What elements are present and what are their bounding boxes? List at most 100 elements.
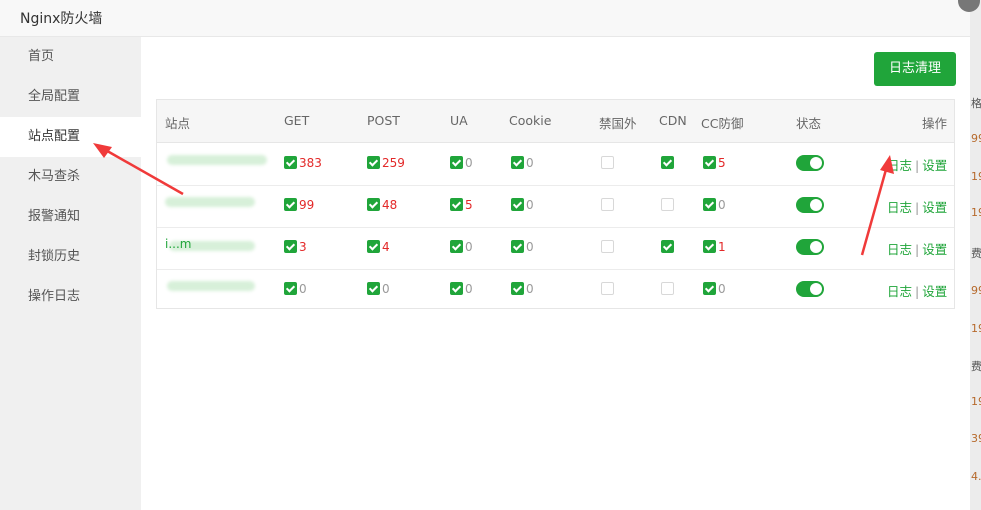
get-checkbox[interactable] [284,240,297,253]
ua-checkbox[interactable] [450,156,463,169]
ban-foreign-checkbox[interactable] [601,282,614,295]
cdn-cell [661,156,674,171]
clear-log-button[interactable]: 日志清理 [874,52,956,86]
column-header-cookie: Cookie [509,113,552,128]
log-link[interactable]: 日志 [887,200,912,215]
sidebar-item-operation-log[interactable]: 操作日志 [0,277,141,317]
background-text: 19 [971,170,981,183]
sidebar-item-home[interactable]: 首页 [0,37,141,77]
cookie-checkbox[interactable] [511,282,524,295]
site-name[interactable]: i...m [165,237,191,251]
table-header: 站点 GET POST UA Cookie 禁国外 CDN CC防御 状态 操作 [157,100,954,143]
ua-checkbox[interactable] [450,198,463,211]
site-name-redacted [165,197,255,207]
cc-checkbox[interactable] [703,282,716,295]
cc-checkbox[interactable] [703,240,716,253]
post-cell: 48 [367,198,397,213]
get-checkbox[interactable] [284,198,297,211]
ban-foreign-cell [601,282,614,297]
ua-cell: 5 [450,198,473,213]
sidebar-item-global-config[interactable]: 全局配置 [0,77,141,117]
ua-count: 0 [465,156,473,170]
site-name-redacted [167,281,255,291]
post-checkbox[interactable] [367,240,380,253]
background-text: 99 [971,132,981,145]
settings-link[interactable]: 设置 [922,242,947,257]
cdn-checkbox[interactable] [661,156,674,169]
status-toggle[interactable] [796,239,824,255]
cookie-checkbox[interactable] [511,198,524,211]
log-link[interactable]: 日志 [887,284,912,299]
cookie-count: 0 [526,198,534,212]
settings-link[interactable]: 设置 [922,200,947,215]
cookie-checkbox[interactable] [511,240,524,253]
background-text: 19 [971,395,981,408]
ua-checkbox[interactable] [450,240,463,253]
ban-foreign-checkbox[interactable] [601,198,614,211]
settings-link[interactable]: 设置 [922,284,947,299]
post-count: 4 [382,240,390,254]
dialog-titlebar: Nginx防火墙 [0,0,970,37]
sidebar-item-block-history[interactable]: 封锁历史 [0,237,141,277]
column-header-cc: CC防御 [701,116,744,131]
cookie-cell: 0 [511,282,534,297]
ua-cell: 0 [450,156,473,171]
status-toggle[interactable] [796,281,824,297]
cc-cell: 1 [703,240,726,255]
post-cell: 4 [367,240,390,255]
column-header-ban-foreign: 禁国外 [599,116,637,131]
get-count: 383 [299,156,322,170]
settings-link[interactable]: 设置 [922,158,947,173]
ban-foreign-cell [601,198,614,213]
post-checkbox[interactable] [367,156,380,169]
cdn-checkbox[interactable] [661,282,674,295]
ban-foreign-checkbox[interactable] [601,240,614,253]
ua-checkbox[interactable] [450,282,463,295]
column-header-post: POST [367,113,400,128]
background-text: 4. [971,470,981,483]
main-content: 日志清理 站点 GET POST UA Cookie 禁国外 CDN CC防御 … [141,37,970,510]
background-text: 39 [971,432,981,445]
background-page-peek: 格 99 19 19 费 99 19 费 19 39 4. [970,0,981,510]
cookie-cell: 0 [511,156,534,171]
ban-foreign-checkbox[interactable] [601,156,614,169]
get-cell: 3 [284,240,307,255]
cc-count: 0 [718,282,726,296]
cdn-checkbox[interactable] [661,198,674,211]
cdn-checkbox[interactable] [661,240,674,253]
site-name-redacted [167,155,267,165]
get-cell: 383 [284,156,322,171]
get-checkbox[interactable] [284,282,297,295]
cookie-cell: 0 [511,240,534,255]
background-text: 费 [971,247,981,260]
post-checkbox[interactable] [367,198,380,211]
ua-count: 0 [465,240,473,254]
get-count: 0 [299,282,307,296]
row-actions: 日志 | 设置 [887,155,947,174]
row-actions: 日志 | 设置 [887,281,947,300]
action-separator: | [915,242,920,257]
action-separator: | [915,200,920,215]
cookie-checkbox[interactable] [511,156,524,169]
post-checkbox[interactable] [367,282,380,295]
log-link[interactable]: 日志 [887,242,912,257]
column-header-get: GET [284,113,310,128]
cc-checkbox[interactable] [703,156,716,169]
sidebar-item-trojan-scan[interactable]: 木马查杀 [0,157,141,197]
post-cell: 259 [367,156,405,171]
status-toggle[interactable] [796,155,824,171]
row-actions: 日志 | 设置 [887,239,947,258]
column-header-status: 状态 [796,116,822,131]
post-count: 48 [382,198,398,212]
sidebar-item-site-config[interactable]: 站点配置 [0,117,141,157]
column-header-ops: 操作 [922,116,948,131]
cc-count: 1 [718,240,726,254]
log-link[interactable]: 日志 [887,158,912,173]
sidebar-item-alert-notify[interactable]: 报警通知 [0,197,141,237]
table-row: 0 0 0 0 0 日志 | 设置 [157,269,954,311]
cookie-count: 0 [526,240,534,254]
cc-checkbox[interactable] [703,198,716,211]
get-checkbox[interactable] [284,156,297,169]
status-toggle[interactable] [796,197,824,213]
cc-count: 0 [718,198,726,212]
